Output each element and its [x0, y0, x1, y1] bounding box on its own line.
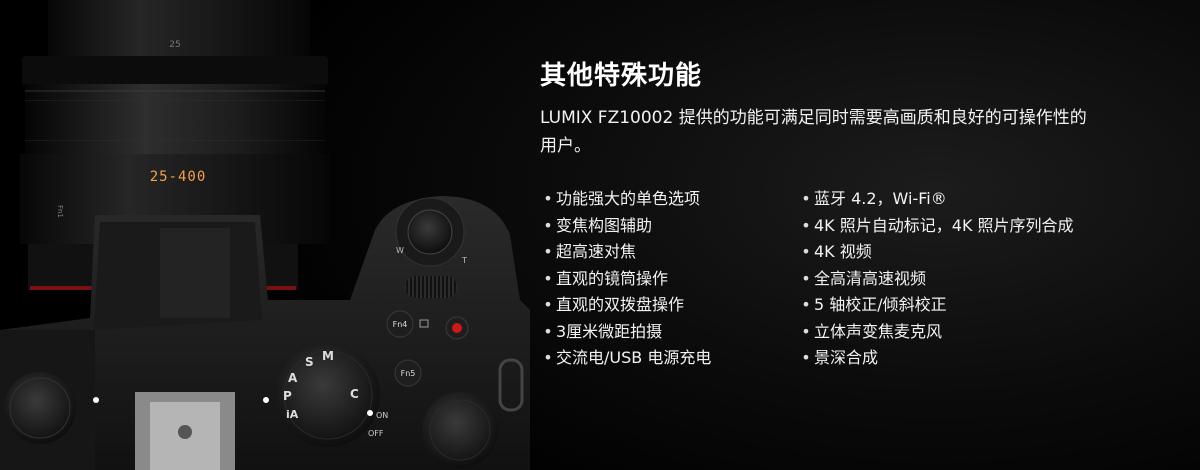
- bullet-icon: •: [543, 268, 553, 288]
- indicator-dot-right: [263, 397, 269, 403]
- fn5-label: Fn5: [401, 369, 416, 378]
- mode-dial-letter-c: C: [350, 387, 359, 401]
- feature-list-left: • 功能强大的单色选项 • 变焦构图辅助 • 超高速对焦 • 直观的镜筒操作 • 直观的双拨盘操作…: [540, 186, 798, 372]
- feature-label: 全高清高速视频: [814, 268, 927, 288]
- zoom-ring: [25, 84, 325, 154]
- feature-label: 4K 视频: [814, 242, 872, 261]
- mode-dial-letter-p: P: [283, 389, 292, 403]
- fn4-label: Fn4: [393, 320, 408, 329]
- feature-list-item: • 变焦构图辅助: [540, 213, 798, 240]
- lens-zoom-range: 25-400: [150, 169, 207, 185]
- lens-scale-mark: 25: [169, 40, 180, 50]
- bullet-icon: •: [543, 215, 553, 235]
- lens-front-ring: [22, 56, 328, 86]
- feature-list-item: • 立体声变焦麦克风: [798, 319, 1128, 346]
- mode-dial-letter-a: A: [288, 371, 298, 385]
- feature-label: 交流电/USB 电源充电: [556, 348, 712, 367]
- zoom-t-label: T: [461, 256, 467, 265]
- feature-content: 其他特殊功能 LUMIX FZ10002 提供的功能可满足同时需要高画质和良好的…: [540, 55, 1160, 372]
- feature-list-item: • 5 轴校正/倾斜校正: [798, 292, 1128, 319]
- bullet-icon: •: [801, 189, 811, 208]
- feature-list-item: • 4K 视频: [798, 239, 1128, 266]
- bullet-icon: •: [543, 348, 553, 367]
- feature-label: 功能强大的单色选项: [556, 189, 701, 208]
- power-indicator-dot: [367, 410, 373, 416]
- bullet-icon: •: [801, 348, 811, 367]
- feature-list-item: • 4K 照片自动标记，4K 照片序列合成: [798, 213, 1128, 240]
- section-title: 其他特殊功能: [540, 61, 703, 91]
- power-off-label: OFF: [368, 429, 384, 438]
- mode-dial-letter-ia: iA: [286, 408, 299, 421]
- hero-banner: 25 25-400 Fn1 S M C A P iA ON OFF W T Fn…: [0, 0, 1200, 470]
- drive-mode-dial[interactable]: [4, 372, 76, 444]
- feature-list-item: • 3厘米微距拍摄: [540, 319, 798, 346]
- feature-label: 3厘米微距拍摄: [556, 321, 663, 341]
- feature-list-item: • 功能强大的单色选项: [540, 186, 798, 213]
- bullet-icon: •: [801, 242, 811, 261]
- shutter-button[interactable]: [407, 209, 453, 255]
- feature-list-item: • 直观的镜筒操作: [540, 266, 798, 293]
- feature-list-item: • 超高速对焦: [540, 239, 798, 266]
- power-on-label: ON: [376, 411, 388, 420]
- indicator-dot-left: [93, 397, 99, 403]
- rear-control-dial[interactable]: [405, 276, 457, 298]
- feature-list-item: • 蓝牙 4.2，Wi-Fi®: [798, 186, 1128, 213]
- zoom-w-label: W: [396, 246, 404, 255]
- hot-shoe-contact: [178, 425, 192, 439]
- front-control-dial[interactable]: [422, 392, 498, 468]
- feature-label: 变焦构图辅助: [556, 215, 653, 235]
- mode-dial-letter-m: M: [322, 349, 334, 363]
- bullet-icon: •: [801, 215, 811, 235]
- feature-list-item: • 直观的双拨盘操作: [540, 292, 798, 319]
- feature-list-item: • 景深合成: [798, 345, 1128, 372]
- feature-label: 立体声变焦麦克风: [814, 321, 943, 341]
- camera-top-view-image: 25 25-400 Fn1 S M C A P iA ON OFF W T Fn…: [0, 0, 530, 470]
- feature-list-item: • 全高清高速视频: [798, 266, 1128, 293]
- feature-label: 超高速对焦: [556, 242, 637, 261]
- bullet-icon: •: [801, 321, 811, 341]
- bullet-icon: •: [543, 295, 553, 314]
- feature-label: 景深合成: [814, 348, 879, 367]
- feature-label: 直观的双拨盘操作: [556, 295, 685, 314]
- lens-barrel: [48, 0, 310, 60]
- lens-fn-label: Fn1: [56, 205, 64, 218]
- section-description: LUMIX FZ10002 提供的功能可满足同时需要高画质和良好的可操作性的用户…: [540, 108, 1087, 156]
- bullet-icon: •: [543, 189, 553, 208]
- bullet-icon: •: [543, 242, 553, 261]
- bullet-icon: •: [801, 295, 811, 314]
- feature-label: 4K 照片自动标记，4K 照片序列合成: [814, 215, 1074, 235]
- mode-dial-letter-s: S: [305, 355, 314, 369]
- record-icon: [452, 323, 462, 333]
- viewfinder-top: [160, 228, 230, 318]
- feature-label: 5 轴校正/倾斜校正: [814, 295, 947, 314]
- feature-list-item: • 交流电/USB 电源充电: [540, 345, 798, 372]
- feature-list-right: • 蓝牙 4.2，Wi-Fi® • 4K 照片自动标记，4K 照片序列合成 • 4K 视频…: [798, 186, 1128, 372]
- bullet-icon: •: [801, 268, 811, 288]
- feature-label: 蓝牙 4.2，Wi-Fi®: [814, 189, 947, 208]
- feature-lists: • 功能强大的单色选项 • 变焦构图辅助 • 超高速对焦 • 直观的镜筒操作 • 直观的双拨盘操作…: [540, 186, 1160, 372]
- bullet-icon: •: [543, 321, 553, 341]
- feature-label: 直观的镜筒操作: [556, 268, 669, 288]
